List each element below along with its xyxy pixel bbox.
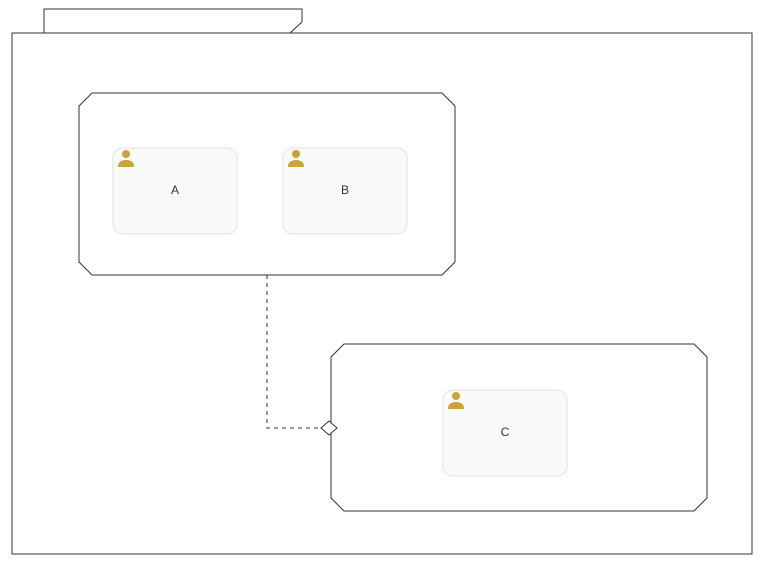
actor-c-label: C <box>501 425 510 439</box>
actor-b[interactable]: B <box>283 148 407 234</box>
actor-a[interactable]: A <box>113 148 237 234</box>
actor-b-label: B <box>341 183 349 197</box>
diagram-canvas: A B C <box>0 0 764 566</box>
package-tab <box>44 9 302 33</box>
actor-a-label: A <box>171 183 179 197</box>
actor-c[interactable]: C <box>443 390 567 476</box>
